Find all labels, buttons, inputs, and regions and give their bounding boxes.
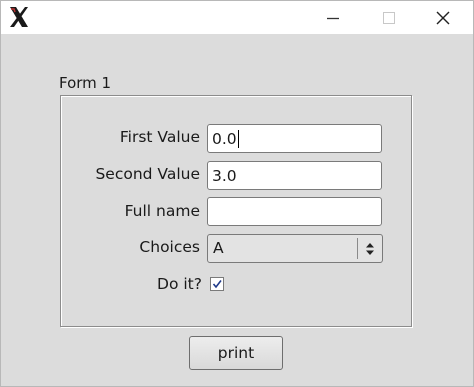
second-value-text: 3.0 bbox=[212, 166, 237, 185]
x-window-icon bbox=[10, 7, 28, 27]
full-name-label: Full name bbox=[124, 202, 200, 220]
choices-selected-value: A bbox=[213, 239, 224, 257]
checkmark-icon bbox=[212, 280, 222, 289]
close-button[interactable] bbox=[417, 1, 469, 34]
do-it-checkbox[interactable] bbox=[210, 277, 224, 291]
maximize-icon bbox=[383, 11, 395, 24]
second-value-label: Second Value bbox=[95, 165, 200, 183]
title-bar bbox=[1, 1, 473, 34]
minimize-icon bbox=[327, 17, 339, 19]
full-name-input[interactable] bbox=[207, 197, 382, 226]
select-separator bbox=[357, 238, 358, 259]
maximize-button[interactable] bbox=[363, 1, 415, 34]
do-it-label: Do it? bbox=[157, 275, 202, 293]
form-group-title: Form 1 bbox=[59, 74, 112, 92]
print-button[interactable]: print bbox=[189, 336, 283, 370]
choices-label: Choices bbox=[139, 238, 200, 256]
close-icon bbox=[436, 11, 450, 24]
first-value-text: 0.0 bbox=[212, 129, 237, 148]
first-value-label: First Value bbox=[119, 128, 200, 146]
text-caret bbox=[237, 129, 239, 148]
up-down-arrows-icon bbox=[366, 243, 374, 255]
first-value-input[interactable]: 0.0 bbox=[207, 124, 382, 153]
minimize-button[interactable] bbox=[307, 1, 359, 34]
second-value-input[interactable]: 3.0 bbox=[207, 161, 382, 190]
app-window: Form 1 First Value 0.0 Second Value 3.0 … bbox=[0, 0, 474, 387]
choices-select[interactable]: A bbox=[207, 234, 383, 263]
